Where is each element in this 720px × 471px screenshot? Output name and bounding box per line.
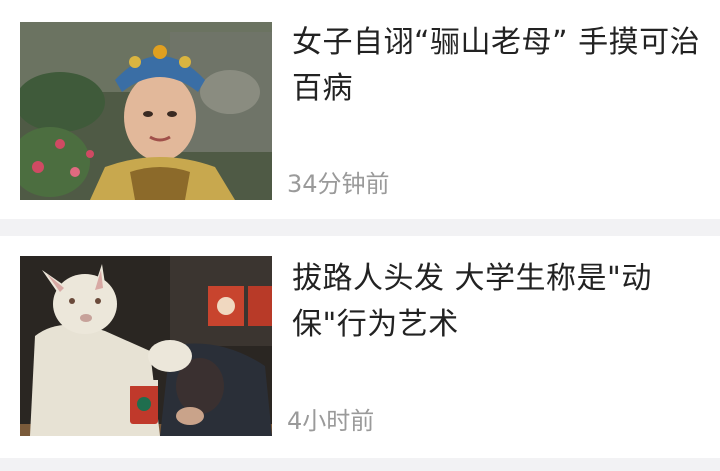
news-item-1[interactable]: 女子自诩“骊山老母” 手摸可治百病 34分钟前	[0, 0, 720, 219]
opera-costume-photo-icon	[20, 22, 272, 200]
news-title-1[interactable]: 女子自诩“骊山老母” 手摸可治百病	[292, 20, 702, 112]
news-thumbnail-2[interactable]	[20, 256, 272, 436]
news-title-2[interactable]: 拔路人头发 大学生称是"动保"行为艺术	[292, 256, 702, 348]
news-time-2: 4小时前	[287, 407, 375, 435]
news-time-1: 34分钟前	[287, 170, 390, 198]
news-feed: 女子自诩“骊山老母” 手摸可治百病 34分钟前 拔路人头发 大学生称是"动保"行…	[0, 0, 720, 471]
news-thumbnail-1[interactable]	[20, 22, 272, 200]
news-item-2[interactable]: 拔路人头发 大学生称是"动保"行为艺术 4小时前	[0, 236, 720, 458]
rabbit-mask-photo-icon	[20, 256, 272, 436]
